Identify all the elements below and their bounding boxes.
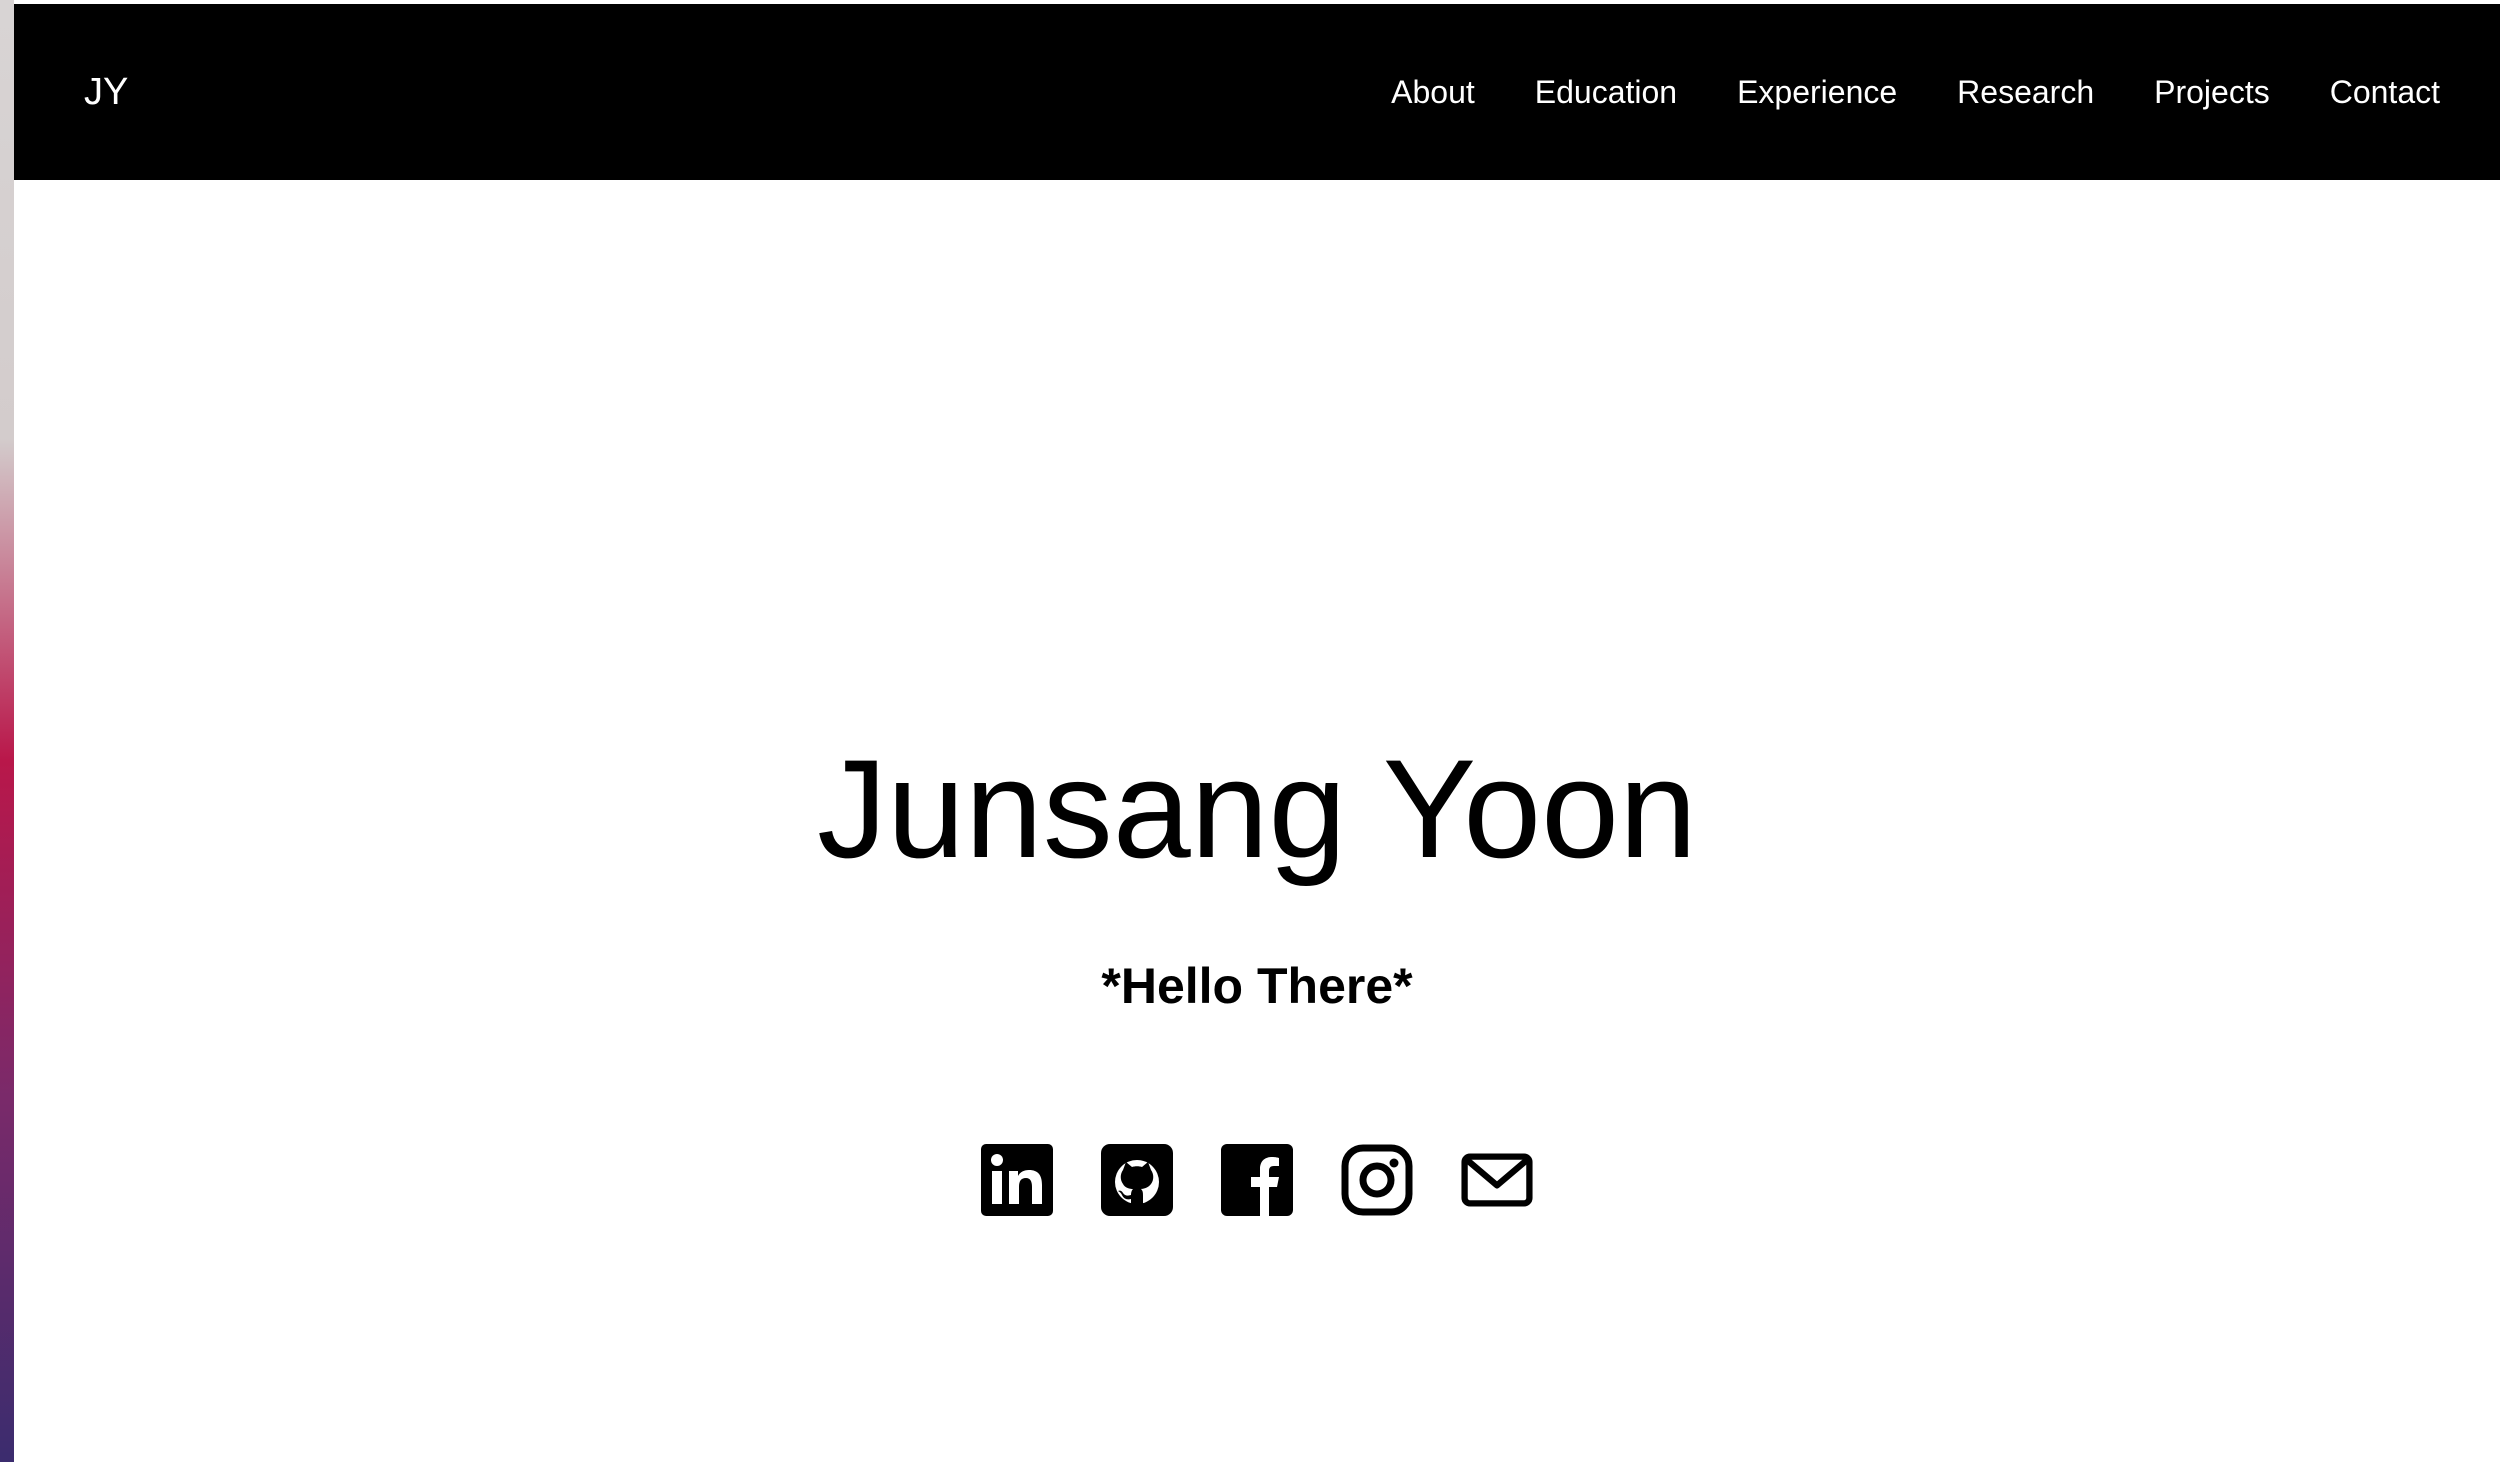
hero-name: Junsang Yoon bbox=[817, 730, 1697, 887]
instagram-icon[interactable] bbox=[1341, 1144, 1413, 1216]
nav-links: About Education Experience Research Proj… bbox=[1331, 66, 2440, 118]
email-icon[interactable] bbox=[1461, 1144, 1533, 1216]
brand-logo[interactable]: JY bbox=[84, 66, 128, 118]
linkedin-icon[interactable] bbox=[981, 1144, 1053, 1216]
nav-link-education[interactable]: Education bbox=[1535, 66, 1677, 118]
github-icon[interactable] bbox=[1101, 1144, 1173, 1216]
nav-link-experience[interactable]: Experience bbox=[1737, 66, 1897, 118]
nav-link-contact[interactable]: Contact bbox=[2330, 66, 2440, 118]
hero-tagline: *Hello There* bbox=[1101, 958, 1413, 1014]
nav-link-projects[interactable]: Projects bbox=[2154, 66, 2270, 118]
social-links bbox=[14, 1144, 2500, 1216]
browser-window: JY About Education Experience Research P… bbox=[14, 4, 2500, 1462]
facebook-icon[interactable] bbox=[1221, 1144, 1293, 1216]
nav-link-about[interactable]: About bbox=[1391, 66, 1475, 118]
nav-link-research[interactable]: Research bbox=[1957, 66, 2094, 118]
desktop-background bbox=[0, 0, 14, 1462]
navbar: JY About Education Experience Research P… bbox=[14, 4, 2500, 180]
